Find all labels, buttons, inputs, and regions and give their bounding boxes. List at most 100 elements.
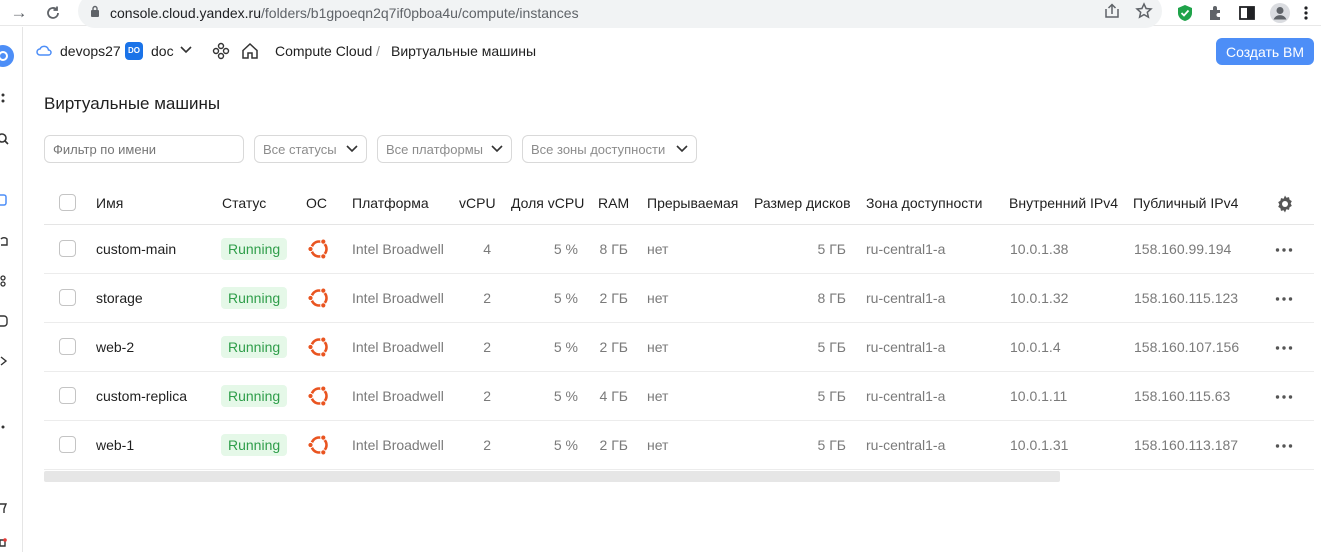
internal-ipv4-cell: 10.0.1.38 xyxy=(1010,241,1069,257)
row-checkbox[interactable] xyxy=(59,436,76,453)
chevron-down-icon xyxy=(491,145,503,153)
more-actions-icon[interactable] xyxy=(1274,387,1294,407)
column-status[interactable]: Статус xyxy=(222,195,266,211)
ubuntu-icon xyxy=(307,385,328,407)
platform-select[interactable]: Все платформы xyxy=(377,135,512,163)
column-vcpu[interactable]: vCPU xyxy=(459,195,496,211)
column-vcpu-share[interactable]: Доля vCPU xyxy=(511,195,584,211)
preemptible-cell: нет xyxy=(647,339,669,355)
star-icon[interactable] xyxy=(1135,2,1153,20)
more-actions-icon[interactable] xyxy=(1274,436,1294,456)
public-ipv4-cell: 158.160.99.194 xyxy=(1134,241,1232,257)
preemptible-cell: нет xyxy=(647,290,669,306)
address-bar[interactable]: console.cloud.yandex.ru/folders/b1gpoeqn… xyxy=(78,0,1162,28)
vcpu-cell: 2 xyxy=(483,290,491,306)
table-header: Имя Статус ОС Платформа vCPU Доля vCPU R… xyxy=(44,180,1314,225)
column-preemptible[interactable]: Прерываемая xyxy=(647,195,738,211)
column-public-ipv4[interactable]: Публичный IPv4 xyxy=(1133,195,1238,211)
chevron-down-icon xyxy=(676,145,688,153)
folder-name[interactable]: doc xyxy=(151,43,174,59)
breadcrumb-separator: / xyxy=(376,43,380,59)
home-icon[interactable] xyxy=(241,42,259,60)
share-icon[interactable] xyxy=(1103,3,1121,19)
column-zone[interactable]: Зона доступности xyxy=(866,195,983,211)
network-icon[interactable] xyxy=(0,275,10,287)
breadcrumb-service[interactable]: Compute Cloud xyxy=(275,43,372,59)
gear-icon[interactable] xyxy=(1275,194,1295,214)
name-filter-input[interactable] xyxy=(44,135,244,163)
scale-icon[interactable] xyxy=(0,355,10,367)
services-switcher-icon[interactable] xyxy=(212,42,230,60)
zone-select[interactable]: Все зоны доступности xyxy=(522,135,697,163)
ram-cell: 8 ГБ xyxy=(599,241,628,257)
create-vm-button[interactable]: Создать ВМ xyxy=(1216,38,1314,65)
vcpu-share-cell: 5 % xyxy=(553,388,578,404)
ram-cell: 2 ГБ xyxy=(599,339,628,355)
status-select[interactable]: Все статусы xyxy=(254,135,367,163)
column-disk-size[interactable]: Размер дисков xyxy=(754,195,851,211)
disk-size-cell: 5 ГБ xyxy=(817,437,846,453)
column-ram[interactable]: RAM xyxy=(598,195,629,211)
puzzle-icon[interactable] xyxy=(1207,4,1225,22)
column-os[interactable]: ОС xyxy=(306,195,327,211)
column-platform[interactable]: Платформа xyxy=(352,195,429,211)
grid-icon[interactable] xyxy=(0,92,10,104)
table-row[interactable]: Running custom-main Intel Broadwell 4 5 % 8 Г… xyxy=(44,225,1314,274)
internal-ipv4-cell: 10.0.1.4 xyxy=(1010,339,1061,355)
cloud-name[interactable]: devops27 xyxy=(60,43,121,59)
url-path: /folders/b1gpoeqn2q7if0pboa4u/compute/in… xyxy=(261,5,579,21)
more-services-icon[interactable] xyxy=(0,421,10,433)
chevron-down-icon[interactable] xyxy=(180,46,192,54)
more-actions-icon[interactable] xyxy=(1274,240,1294,260)
public-ipv4-cell: 158.160.107.156 xyxy=(1134,339,1240,355)
breadcrumb-current: Виртуальные машины xyxy=(391,43,537,59)
vm-name[interactable]: storage xyxy=(96,290,143,306)
profile-avatar-icon[interactable] xyxy=(1269,2,1291,24)
more-actions-icon[interactable] xyxy=(1274,338,1294,358)
table-row[interactable]: Running web-2 Intel Broadwell 2 5 % 2 ГБ нет 5 … xyxy=(44,323,1314,372)
browser-toolbar: → console.cloud.yandex.ru/folders/b1gpoe… xyxy=(0,0,1321,28)
vm-name[interactable]: web-2 xyxy=(96,339,134,355)
platform-select-label: Все платформы xyxy=(386,142,483,157)
table-row[interactable]: Running custom-replica Intel Broadwell 2 5 %… xyxy=(44,372,1314,421)
status-badge: Running xyxy=(221,434,288,456)
horizontal-scrollbar[interactable] xyxy=(44,471,1060,482)
internal-ipv4-cell: 10.0.1.32 xyxy=(1010,290,1069,306)
column-name[interactable]: Имя xyxy=(96,195,123,211)
back-arrow-icon[interactable]: → xyxy=(8,2,30,24)
disk-size-cell: 8 ГБ xyxy=(817,290,846,306)
left-navigation-rail xyxy=(0,27,23,552)
platform-cell: Intel Broadwell xyxy=(352,290,444,306)
row-checkbox[interactable] xyxy=(59,289,76,306)
services-icon[interactable] xyxy=(0,45,14,67)
select-all-checkbox[interactable] xyxy=(59,194,76,211)
column-internal-ipv4[interactable]: Внутренний IPv4 xyxy=(1009,195,1118,211)
zone-cell: ru-central1-a xyxy=(866,241,946,257)
storage-icon[interactable] xyxy=(0,235,10,247)
table-row[interactable]: Running storage Intel Broadwell 2 5 % 2 ГБ нет… xyxy=(44,274,1314,323)
shield-icon[interactable] xyxy=(1176,4,1194,22)
vm-name[interactable]: custom-main xyxy=(96,241,176,257)
status-badge: Running xyxy=(221,336,288,358)
table-row[interactable]: Running web-1 Intel Broadwell 2 5 % 2 ГБ нет 5 … xyxy=(44,421,1314,470)
ram-cell: 2 ГБ xyxy=(599,290,628,306)
search-icon[interactable] xyxy=(0,133,10,145)
browser-menu-icon[interactable] xyxy=(1302,4,1310,22)
chevron-down-icon xyxy=(346,145,358,153)
vcpu-cell: 2 xyxy=(483,339,491,355)
row-checkbox[interactable] xyxy=(59,240,76,257)
status-select-label: Все статусы xyxy=(263,142,337,157)
compute-icon[interactable] xyxy=(0,194,10,206)
more-actions-icon[interactable] xyxy=(1274,289,1294,309)
vm-name[interactable]: web-1 xyxy=(96,437,134,453)
side-panel-icon[interactable] xyxy=(1238,4,1256,22)
database-icon[interactable] xyxy=(0,315,10,327)
notifications-icon[interactable] xyxy=(0,537,10,549)
vm-name[interactable]: custom-replica xyxy=(96,388,187,404)
disk-size-cell: 5 ГБ xyxy=(817,339,846,355)
ram-cell: 2 ГБ xyxy=(599,437,628,453)
row-checkbox[interactable] xyxy=(59,338,76,355)
pin-icon[interactable] xyxy=(0,502,10,514)
row-checkbox[interactable] xyxy=(59,387,76,404)
reload-icon[interactable] xyxy=(42,2,64,24)
